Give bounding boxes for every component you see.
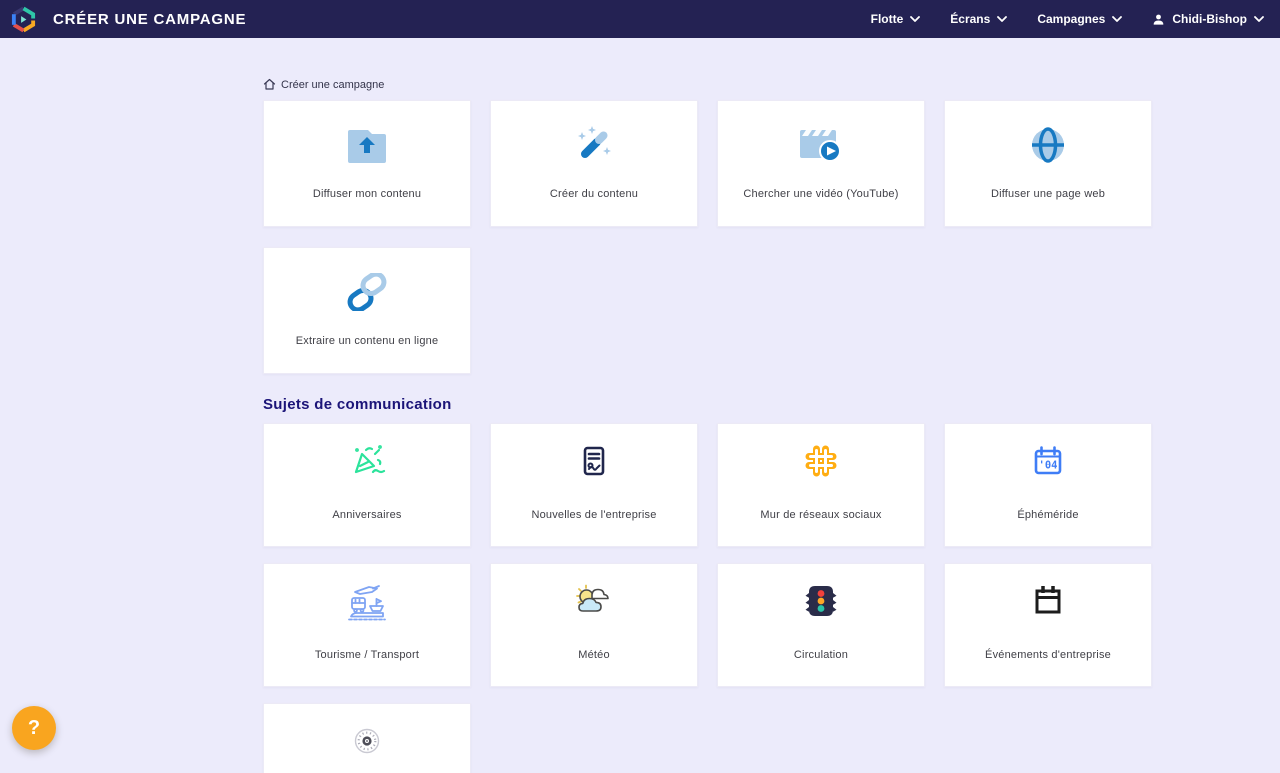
calendar-icon: [1028, 564, 1068, 638]
card-label: Diffuser mon contenu: [305, 188, 429, 200]
action-card-chercher-video-youtube[interactable]: Chercher une vidéo (YouTube): [717, 100, 925, 227]
action-card-creer-du-contenu[interactable]: Créer du contenu: [490, 100, 698, 227]
topic-card-evenements-entreprise[interactable]: Événements d'entreprise: [944, 563, 1152, 687]
page-title: CRÉER UNE CAMPAGNE: [53, 11, 246, 28]
nav-item-label: Campagnes: [1037, 12, 1105, 26]
dial-icon: [347, 704, 387, 773]
action-card-diffuser-mon-contenu[interactable]: Diffuser mon contenu: [263, 100, 471, 227]
top-navbar: CRÉER UNE CAMPAGNE Flotte Écrans Campagn…: [0, 0, 1280, 38]
hashtag-icon: [801, 424, 841, 498]
svg-text:'04: '04: [1039, 460, 1058, 472]
card-label: Anniversaires: [324, 509, 409, 521]
chevron-down-icon: [997, 16, 1007, 22]
topic-card-ephemeride[interactable]: '04 Éphéméride: [944, 423, 1152, 547]
card-label: Créer du contenu: [542, 188, 646, 200]
newspaper-icon: [574, 424, 614, 498]
user-icon: [1152, 13, 1165, 26]
topic-card-mur-reseaux-sociaux[interactable]: Mur de réseaux sociaux: [717, 423, 925, 547]
card-label: Extraire un contenu en ligne: [288, 335, 447, 347]
card-label: Tourisme / Transport: [307, 649, 427, 661]
card-label: Nouvelles de l'entreprise: [523, 509, 664, 521]
action-card-diffuser-page-web[interactable]: Diffuser une page web: [944, 100, 1152, 227]
magic-wand-icon: [572, 101, 616, 188]
help-button[interactable]: ?: [12, 706, 56, 750]
topic-card-tourisme-transport[interactable]: Tourisme / Transport: [263, 563, 471, 687]
main-nav: Flotte Écrans Campagnes Chidi: [871, 12, 1264, 26]
chevron-down-icon: [910, 16, 920, 22]
topic-card-circulation[interactable]: Circulation: [717, 563, 925, 687]
weather-icon: [572, 564, 616, 638]
card-label: Événements d'entreprise: [977, 649, 1119, 661]
card-label: Diffuser une page web: [983, 188, 1113, 200]
action-card-extraire-contenu-en-ligne[interactable]: Extraire un contenu en ligne: [263, 247, 471, 374]
link-icon: [343, 248, 391, 335]
card-label: Mur de réseaux sociaux: [752, 509, 889, 521]
nav-item-flotte[interactable]: Flotte: [871, 12, 921, 26]
card-label: Éphéméride: [1009, 509, 1086, 521]
ephemeris-calendar-icon: '04: [1028, 424, 1068, 498]
nav-item-user-menu[interactable]: Chidi-Bishop: [1152, 12, 1264, 26]
upload-folder-icon: [343, 101, 391, 188]
brand: CRÉER UNE CAMPAGNE: [10, 6, 246, 33]
card-label: Chercher une vidéo (YouTube): [735, 188, 906, 200]
app-logo-icon[interactable]: [10, 6, 37, 33]
username-label: Chidi-Bishop: [1172, 12, 1247, 26]
nav-item-ecrans[interactable]: Écrans: [950, 12, 1007, 26]
transport-icon: [345, 564, 389, 638]
chevron-down-icon: [1112, 16, 1122, 22]
topic-card-partial[interactable]: [263, 703, 471, 773]
nav-item-label: Flotte: [871, 12, 904, 26]
traffic-light-icon: [801, 564, 841, 638]
topic-card-meteo[interactable]: Météo: [490, 563, 698, 687]
home-icon[interactable]: [263, 78, 276, 91]
topic-card-nouvelles-entreprise[interactable]: Nouvelles de l'entreprise: [490, 423, 698, 547]
nav-item-label: Écrans: [950, 12, 990, 26]
topic-card-anniversaires[interactable]: Anniversaires: [263, 423, 471, 547]
globe-icon: [1026, 101, 1070, 188]
topics-grid: Anniversaires Nouvelles de l'entreprise: [263, 423, 1153, 773]
breadcrumb: Créer une campagne: [263, 78, 1153, 91]
chevron-down-icon: [1254, 16, 1264, 22]
section-title-sujets: Sujets de communication: [263, 396, 1153, 413]
video-play-icon: [798, 101, 844, 188]
card-label: Météo: [570, 649, 618, 661]
main-content: Créer une campagne Diffuser mon contenu: [263, 78, 1153, 773]
card-label: Circulation: [786, 649, 856, 661]
party-popper-icon: [347, 424, 387, 498]
nav-item-campagnes[interactable]: Campagnes: [1037, 12, 1122, 26]
create-actions-grid: Diffuser mon contenu Créer du contenu: [263, 100, 1153, 374]
breadcrumb-current: Créer une campagne: [281, 79, 384, 91]
